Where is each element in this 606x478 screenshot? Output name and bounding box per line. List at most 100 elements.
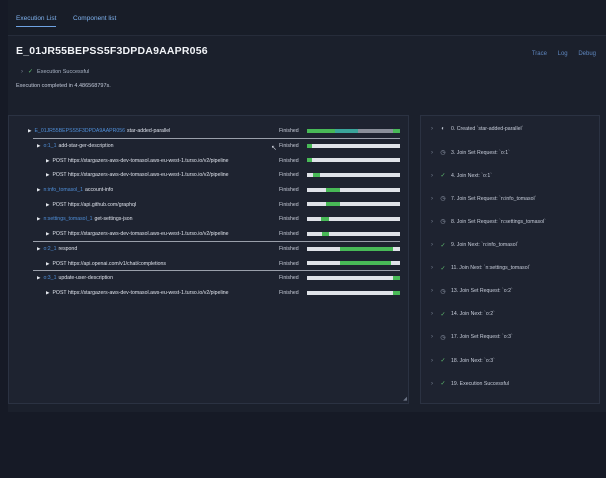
event-label: 7. Join Set Request: `n:info_tomasol` [451, 195, 537, 202]
chevron-right-icon: › [431, 265, 433, 272]
tab-execution-list[interactable]: Execution List [16, 15, 57, 27]
event-item[interactable]: › ✓ 9. Join Next: `n:info_tomasol` [431, 242, 518, 249]
tree-row-status: Finished [279, 260, 299, 267]
tree-row-label: POST https://stargazers-aws-dev-tomasol.… [52, 172, 229, 179]
event-item[interactable]: › ✓ 11. Join Next: `n:settings_tomasol` [431, 265, 530, 272]
tree-row[interactable]: ▶ o:3_1 update-user-description Finished [9, 271, 408, 286]
tree-row-id-link[interactable]: n:settings_tomasol_1 [43, 216, 92, 222]
event-item[interactable]: › ◷ 7. Join Set Request: `n:info_tomasol` [431, 195, 537, 203]
expand-triangle-icon[interactable]: ▶ [37, 246, 40, 252]
chevron-right-icon: › [431, 334, 433, 341]
expand-triangle-icon[interactable]: ▶ [46, 172, 49, 178]
trace-link[interactable]: Trace [532, 51, 547, 57]
tree-row[interactable]: ▶ n:info_tomasol_1 account-info Finished [9, 183, 408, 198]
expand-triangle-icon[interactable]: ▶ [37, 275, 40, 281]
http-request-row[interactable]: ▶ POST https://stargazers-aws-dev-tomasol… [9, 227, 408, 242]
tree-row[interactable]: ▶ o:2_1 respond Finished [9, 242, 408, 257]
tree-row[interactable]: ▶ E_01JR55BEPSS5F3DPDA9AAPR056 star-added-… [9, 124, 408, 139]
tree-row-name: ▶ E_01JR55BEPSS5F3DPDA9AAPR056 star-added-… [28, 128, 170, 134]
tree-row[interactable]: ▶ o:1_1 add-star-ger-description Finished [9, 139, 408, 154]
tree-row-status: Finished [279, 201, 299, 208]
tree-row-id-link[interactable]: o:3_1 [43, 275, 56, 281]
timeline-fill [325, 187, 341, 192]
event-item[interactable]: › ◐ 0. Created `star-added-parallel` [431, 126, 523, 132]
mouse-cursor-icon: ↖ [271, 145, 277, 152]
expand-triangle-icon[interactable]: ▶ [28, 128, 31, 134]
tree-row-label: respond [58, 245, 78, 252]
event-label: 9. Join Next: `n:info_tomasol` [451, 242, 519, 248]
tree-row-status: Finished [279, 245, 299, 252]
tree-row[interactable]: ▶ n:settings_tomasol_1 get-settings-json Fi… [9, 212, 408, 227]
timeline-fill [340, 261, 391, 266]
timeline-fill [307, 143, 312, 148]
event-item[interactable]: › ◷ 13. Join Set Request: `o:2` [431, 288, 513, 295]
http-request-row[interactable]: ▶ POST https://stargazers-aws-dev-tomasol… [9, 153, 408, 168]
chevron-right-icon: › [431, 288, 433, 295]
http-request-row[interactable]: ▶ POST https://stargazers-aws-dev-tomasol… [9, 286, 408, 301]
event-item[interactable]: › ✓ 14. Join Next: `o:2` [431, 311, 495, 318]
tree-row-name: ▶ POST https://stargazers-aws-dev-tomasol… [46, 290, 229, 296]
timeline-bar [307, 290, 400, 295]
tree-row-id-link[interactable]: n:info_tomasol_1 [43, 187, 83, 193]
tree-row-name: ▶ o:1_1 add-star-ger-description [37, 143, 114, 149]
clock-icon: ◷ [440, 150, 446, 157]
expand-triangle-icon[interactable]: ▶ [37, 216, 40, 222]
tree-row-status: Finished [279, 143, 299, 150]
expand-triangle-icon[interactable]: ▶ [37, 187, 40, 193]
expand-triangle-icon[interactable]: ▶ [46, 290, 49, 296]
timeline-fill [312, 173, 321, 178]
log-link[interactable]: Log [558, 51, 568, 57]
tree-row-label: POST https://stargazers-aws-dev-tomasol.… [52, 231, 229, 238]
event-label: 11. Join Next: `n:settings_tomasol` [451, 265, 531, 272]
tree-row-status: Finished [279, 216, 299, 223]
event-item[interactable]: › ◷ 17. Join Set Request: `o:3` [431, 334, 513, 341]
timeline-bar [307, 173, 400, 178]
timeline-bar [307, 231, 400, 236]
clock-icon: ◷ [440, 196, 446, 203]
tree-row-name: ▶ POST https://api.github.com/graphql [46, 202, 136, 208]
created-icon: ◐ [441, 126, 445, 132]
event-item[interactable]: › ◷ 3. Join Set Request: `o:1` [431, 149, 510, 157]
tree-row-name: ▶ POST https://stargazers-aws-dev-tomasol… [46, 158, 229, 164]
timeline-bar [307, 246, 400, 251]
event-label: 0. Created `star-added-parallel` [451, 126, 524, 132]
tree-row-id-link[interactable]: o:1_1 [43, 143, 56, 149]
event-item[interactable]: › ✓ 19. Execution Successful [431, 380, 509, 388]
tree-row-label: add-star-ger-description [58, 143, 114, 150]
tree-row-label: POST https://api.openai.com/v1/chat/comp… [52, 260, 166, 267]
http-request-row[interactable]: ▶ POST https://stargazers-aws-dev-tomasol… [9, 168, 408, 183]
clock-icon: ◷ [440, 334, 446, 341]
event-label: 14. Join Next: `o:2` [451, 311, 495, 318]
timeline-bar [307, 129, 400, 133]
event-item[interactable]: › ✓ 4. Join Next: `o:1` [431, 172, 492, 180]
expand-triangle-icon[interactable]: ▶ [46, 261, 49, 267]
chevron-right-icon: › [431, 195, 433, 202]
check-icon: ✓ [28, 69, 34, 75]
timeline-fill [358, 129, 393, 133]
resize-handle-icon[interactable]: ◢ [403, 396, 407, 402]
http-request-row[interactable]: ▶ POST https://api.openai.com/v1/chat/com… [9, 256, 408, 271]
timeline-fill [320, 217, 330, 222]
event-label: 3. Join Set Request: `o:1` [451, 149, 510, 156]
debug-link[interactable]: Debug [578, 51, 596, 57]
tab-component-list[interactable]: Component list [73, 15, 116, 22]
expand-triangle-icon[interactable]: ▶ [46, 202, 49, 208]
execution-tree: ▶ E_01JR55BEPSS5F3DPDA9AAPR056 star-added-… [9, 124, 408, 300]
expand-triangle-icon[interactable]: ▶ [46, 231, 49, 237]
timeline-fill [307, 158, 312, 163]
timeline-bar [307, 187, 400, 192]
event-item[interactable]: › ◷ 8. Join Set Request: `n:settings_tomas… [431, 218, 546, 226]
tree-row-id-link[interactable]: o:2_1 [43, 246, 56, 252]
event-item[interactable]: › ✓ 18. Join Next: `o:3` [431, 357, 495, 365]
tree-row-label: account-info [84, 187, 114, 194]
http-request-row[interactable]: ▶ POST https://api.github.com/graphql Fini… [9, 197, 408, 212]
tab-active-underline [16, 26, 57, 27]
timeline-fill [334, 129, 359, 133]
tree-row-name: ▶ POST https://stargazers-aws-dev-tomasol… [46, 231, 229, 237]
execution-status[interactable]: › ✓ Execution Successful [21, 68, 89, 76]
timeline-fill [392, 129, 400, 133]
timeline-bar [307, 275, 400, 280]
expand-triangle-icon[interactable]: ▶ [37, 143, 40, 149]
tree-row-id-link[interactable]: E_01JR55BEPSS5F3DPDA9AAPR056 [34, 128, 125, 134]
expand-triangle-icon[interactable]: ▶ [46, 158, 49, 164]
